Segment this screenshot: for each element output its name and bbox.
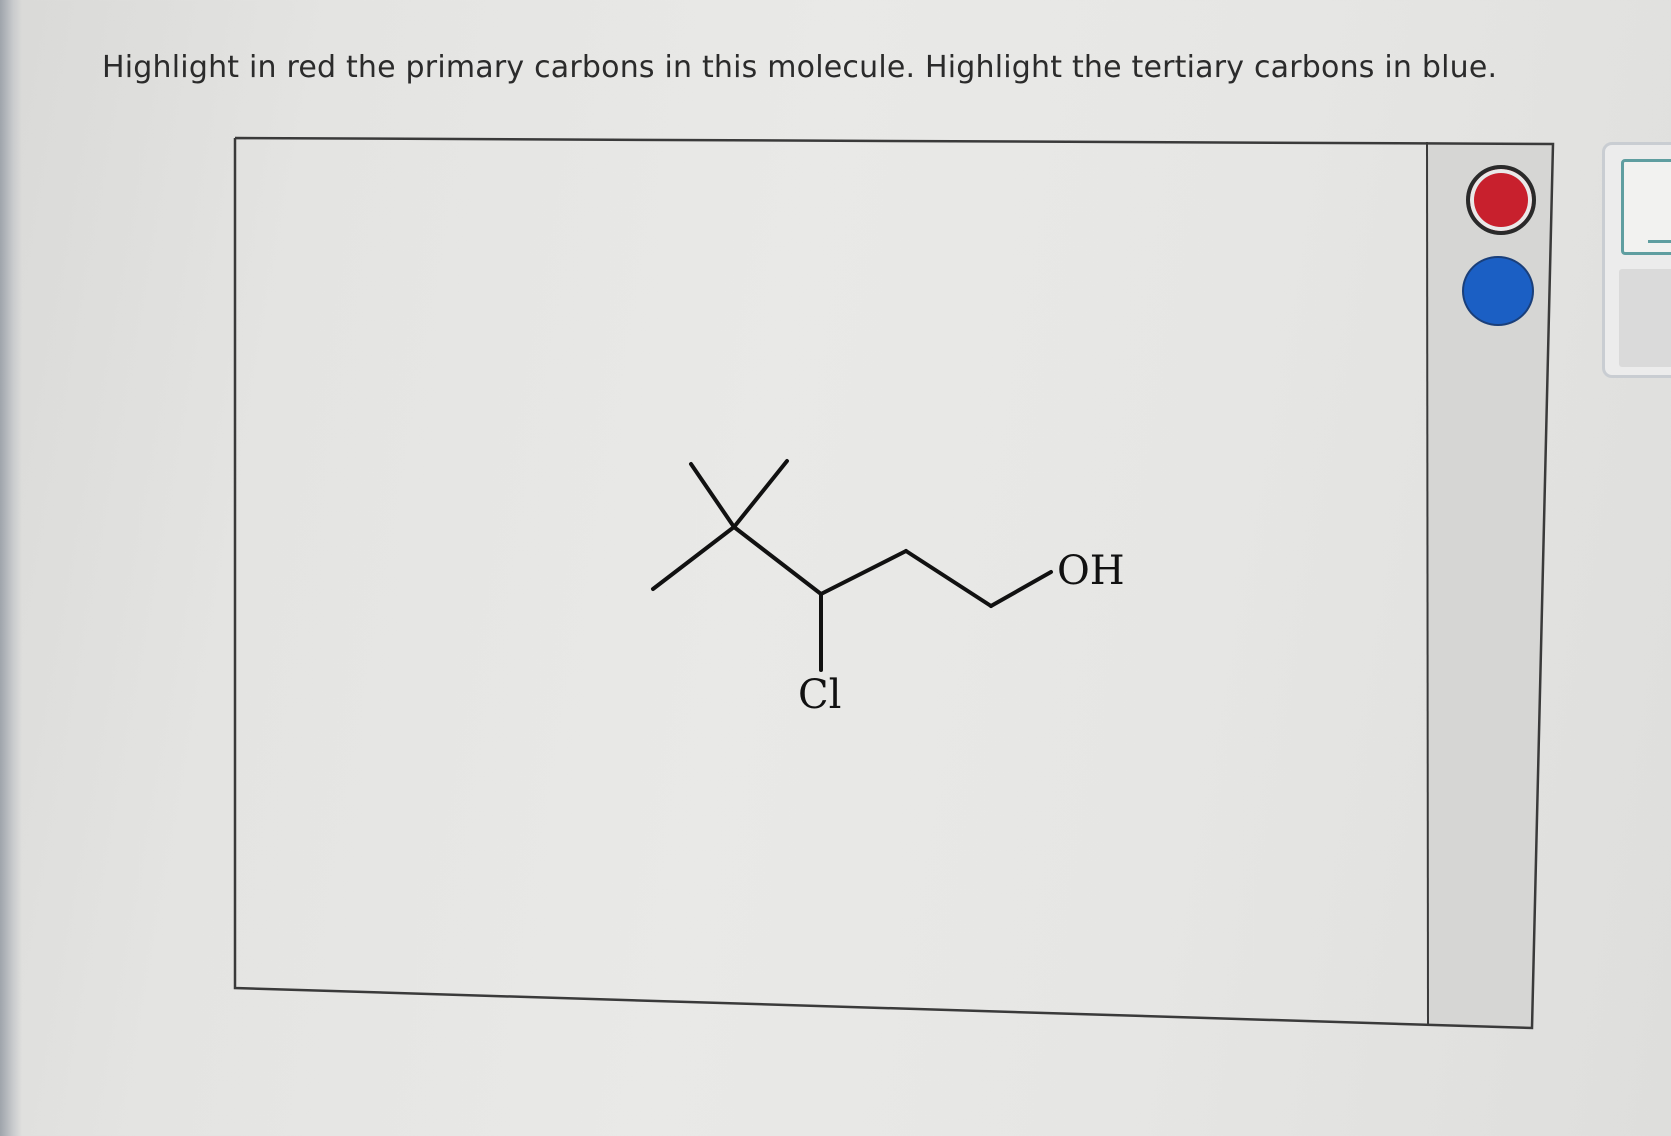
chlorine-label[interactable]: Cl xyxy=(798,672,841,718)
molecule-editor: OH Cl xyxy=(233,136,1555,1030)
window-left-edge xyxy=(0,0,22,1136)
bond-c3-c2[interactable] xyxy=(732,459,789,529)
drawing-canvas[interactable]: OH Cl xyxy=(235,138,1427,988)
bond-c1-c2[interactable] xyxy=(689,462,736,529)
bond-c5-c6[interactable] xyxy=(819,549,908,596)
answer-box-icon[interactable] xyxy=(1621,159,1671,255)
bond-c2-c5[interactable] xyxy=(732,525,823,596)
bond-c7-o[interactable] xyxy=(989,570,1053,608)
side-widget-button[interactable] xyxy=(1619,269,1671,367)
question-prompt: Highlight in red the primary carbons in … xyxy=(102,50,1498,85)
bond-c4-c2[interactable] xyxy=(651,525,736,591)
bond-c6-c7[interactable] xyxy=(904,549,993,608)
hydroxyl-label[interactable]: OH xyxy=(1057,548,1125,594)
side-tool-widget xyxy=(1602,142,1671,378)
molecule-structure[interactable]: OH Cl xyxy=(235,138,1427,988)
red-highlight-button[interactable] xyxy=(1466,165,1536,235)
blue-highlight-button[interactable] xyxy=(1462,256,1534,326)
